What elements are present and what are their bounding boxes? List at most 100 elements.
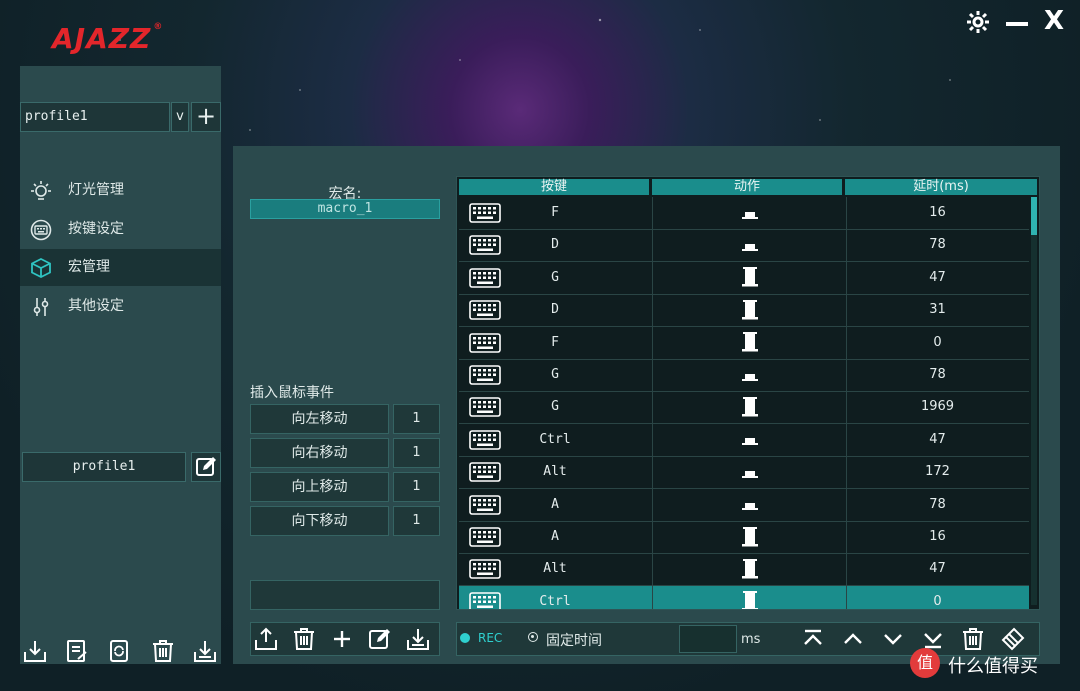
key-name: Ctrl — [539, 593, 571, 609]
table-row[interactable]: G 47 — [459, 261, 1029, 295]
delay-cell[interactable]: 16 — [846, 521, 1029, 553]
add-icon[interactable] — [329, 626, 355, 652]
table-row[interactable]: D 78 — [459, 229, 1029, 263]
table-row[interactable]: D 31 — [459, 294, 1029, 328]
rec-label[interactable]: REC — [478, 631, 502, 645]
table-row[interactable]: Alt 47 — [459, 553, 1029, 587]
delay-cell[interactable]: 78 — [846, 359, 1029, 391]
export-doc-icon[interactable] — [64, 638, 90, 664]
key-cell: F — [459, 327, 651, 359]
key-name: Ctrl — [539, 431, 571, 447]
delay-cell[interactable]: 0 — [846, 586, 1029, 609]
nav-lighting[interactable]: 灯光管理 — [20, 172, 221, 209]
action-cell — [652, 585, 847, 609]
header-key: 按键 — [459, 179, 649, 195]
delete-icon[interactable] — [291, 626, 317, 652]
table-row[interactable]: Alt 172 — [459, 456, 1029, 490]
move-up-icon[interactable] — [840, 626, 866, 652]
dropdown-button[interactable]: v — [171, 102, 189, 132]
keyboard-icon — [469, 591, 501, 609]
keyboard-icon — [469, 397, 501, 418]
move-right-value[interactable]: 1 — [393, 438, 440, 468]
macro-table: 按键 动作 延时(ms) F 16 D 78 G 47 D 31 F 0 G 78 G 1969 Ctrl 4… — [456, 176, 1040, 610]
delay-cell[interactable]: 78 — [846, 229, 1029, 261]
table-row[interactable]: F 16 — [459, 197, 1029, 230]
clear-icon[interactable] — [1000, 626, 1026, 652]
table-row[interactable]: A 16 — [459, 521, 1029, 554]
key-down-icon — [741, 267, 758, 287]
table-row[interactable]: G 78 — [459, 359, 1029, 392]
macro-text-input[interactable] — [250, 580, 440, 610]
table-row[interactable]: G 1969 — [459, 391, 1029, 425]
delay-cell[interactable]: 47 — [846, 262, 1029, 294]
refresh-icon[interactable] — [106, 638, 132, 664]
mouse-events-label: 插入鼠标事件 — [250, 385, 334, 401]
move-left-button[interactable]: 向左移动 — [250, 404, 389, 434]
profile-select[interactable]: profile1 — [20, 102, 170, 132]
edit-icon[interactable] — [367, 626, 393, 652]
table-row[interactable]: Ctrl 47 — [459, 423, 1029, 457]
action-cell — [652, 229, 847, 262]
delete-icon[interactable] — [150, 638, 176, 664]
move-down-value[interactable]: 1 — [393, 506, 440, 536]
key-down-icon — [741, 526, 758, 546]
nav-macro[interactable]: 宏管理 — [20, 249, 221, 286]
edit-icon[interactable] — [191, 452, 221, 482]
key-up-icon — [741, 373, 758, 381]
minimize-icon[interactable] — [1006, 12, 1028, 40]
fixed-time-radio[interactable] — [528, 632, 538, 642]
action-cell — [652, 359, 847, 391]
delay-cell[interactable]: 47 — [846, 424, 1029, 456]
move-top-icon[interactable] — [800, 626, 826, 652]
delay-cell[interactable]: 16 — [846, 197, 1029, 229]
move-down-button[interactable]: 向下移动 — [250, 506, 389, 536]
fixed-time-input[interactable] — [679, 625, 737, 653]
delay-cell[interactable]: 172 — [846, 456, 1029, 488]
bulb-icon — [31, 181, 51, 200]
import-icon[interactable] — [253, 626, 279, 652]
download-icon[interactable] — [405, 626, 431, 652]
action-cell — [652, 521, 847, 553]
nav-keys[interactable]: 按键设定 — [20, 211, 221, 248]
import-icon[interactable] — [22, 638, 48, 664]
delay-cell[interactable]: 0 — [846, 327, 1029, 359]
macro-name-input[interactable]: macro_1 — [250, 199, 440, 219]
action-cell — [652, 423, 847, 456]
move-down-icon[interactable] — [880, 626, 906, 652]
nav-other[interactable]: 其他设定 — [20, 288, 221, 325]
scrollbar-thumb[interactable] — [1031, 197, 1037, 235]
move-left-value[interactable]: 1 — [393, 404, 440, 434]
close-icon[interactable]: X — [1044, 6, 1064, 36]
add-profile-button[interactable]: + — [191, 102, 221, 132]
download-icon[interactable] — [192, 638, 218, 664]
key-name: F — [551, 334, 559, 350]
delay-cell[interactable]: 31 — [846, 294, 1029, 326]
delete-icon[interactable] — [960, 626, 986, 652]
key-name: A — [551, 529, 559, 544]
profile-name-field[interactable]: profile1 — [22, 452, 186, 482]
delay-cell[interactable]: 47 — [846, 553, 1029, 585]
rec-indicator[interactable] — [460, 633, 470, 643]
key-up-icon — [741, 438, 758, 446]
key-down-icon — [741, 558, 758, 579]
table-row[interactable]: F0 — [459, 326, 1029, 360]
key-name: A — [551, 496, 559, 512]
scrollbar-track[interactable] — [1031, 197, 1037, 605]
key-cell: Alt — [459, 553, 651, 585]
move-up-value[interactable]: 1 — [393, 472, 440, 502]
delay-cell[interactable]: 1969 — [846, 391, 1029, 423]
key-cell: Ctrl — [459, 424, 651, 456]
move-right-button[interactable]: 向右移动 — [250, 438, 389, 468]
key-cell: D — [459, 229, 651, 261]
gear-icon[interactable] — [966, 10, 990, 40]
key-up-icon — [741, 503, 758, 511]
action-cell — [652, 553, 847, 586]
table-row[interactable]: Ctrl 0 — [459, 585, 1029, 609]
key-name: F — [551, 205, 559, 220]
delay-cell[interactable]: 78 — [846, 489, 1029, 521]
header-action: 动作 — [652, 179, 842, 195]
move-up-button[interactable]: 向上移动 — [250, 472, 389, 502]
key-name: D — [551, 302, 559, 318]
key-name: D — [551, 237, 559, 253]
table-row[interactable]: A 78 — [459, 488, 1029, 522]
